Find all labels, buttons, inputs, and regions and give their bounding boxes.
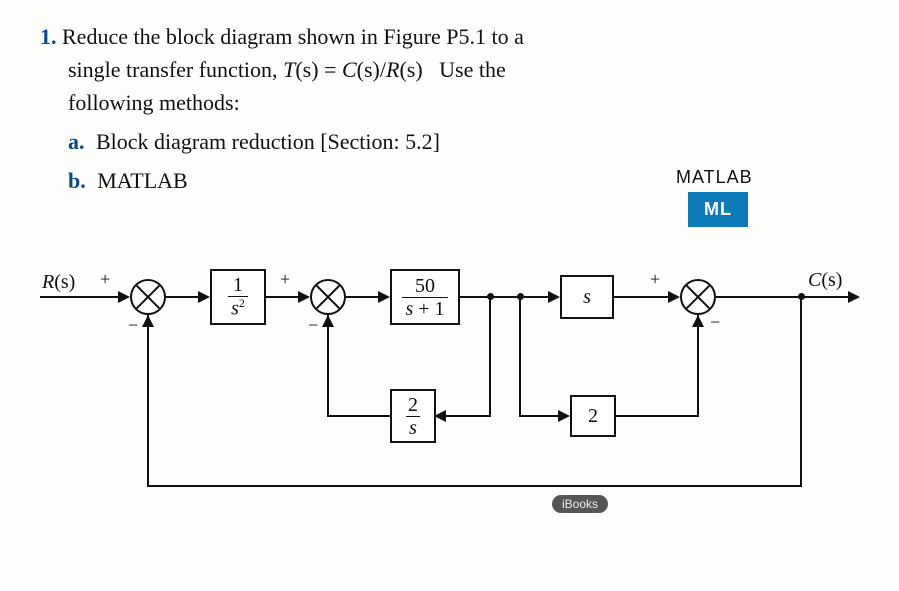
block-g2: 50 s + 1 [390, 269, 460, 325]
block-g3: s [560, 275, 614, 319]
part-a-label: a. [68, 129, 85, 154]
sign-minus-2: − [308, 315, 318, 336]
problem-line-3: following methods: [68, 86, 859, 119]
problem-line-2b: Use the [434, 57, 506, 82]
problem-number: 1. [40, 24, 57, 49]
input-label: R(s) [42, 271, 75, 294]
part-a-text: Block diagram reduction [Section: 5.2] [96, 129, 440, 154]
summing-junction-2 [310, 279, 346, 315]
block-g1: 1 s2 [210, 269, 266, 325]
block-h1: 2 s [390, 389, 436, 443]
block-diagram: R(s) + − 1 s2 + − 50 s + 1 s [40, 257, 870, 527]
part-b-text: MATLAB [97, 168, 187, 193]
problem-line-2a: single transfer function, [68, 57, 283, 82]
output-label: C(s) [808, 269, 842, 292]
sign-plus-3: + [650, 269, 660, 290]
sign-plus-2: + [280, 269, 290, 290]
block-h2: 2 [570, 395, 616, 437]
matlab-note: MATLAB [676, 164, 753, 191]
summing-junction-3 [680, 279, 716, 315]
problem-statement: 1. Reduce the block diagram shown in Fig… [40, 20, 859, 197]
sign-minus-1: − [128, 315, 138, 336]
part-b-label: b. [68, 168, 86, 193]
ibooks-badge: iBooks [552, 495, 608, 513]
ml-badge: ML [688, 192, 748, 227]
sign-plus-1: + [100, 269, 110, 290]
sign-minus-3: − [710, 312, 720, 333]
problem-line-1: Reduce the block diagram shown in Figure… [62, 24, 524, 49]
summing-junction-1 [130, 279, 166, 315]
